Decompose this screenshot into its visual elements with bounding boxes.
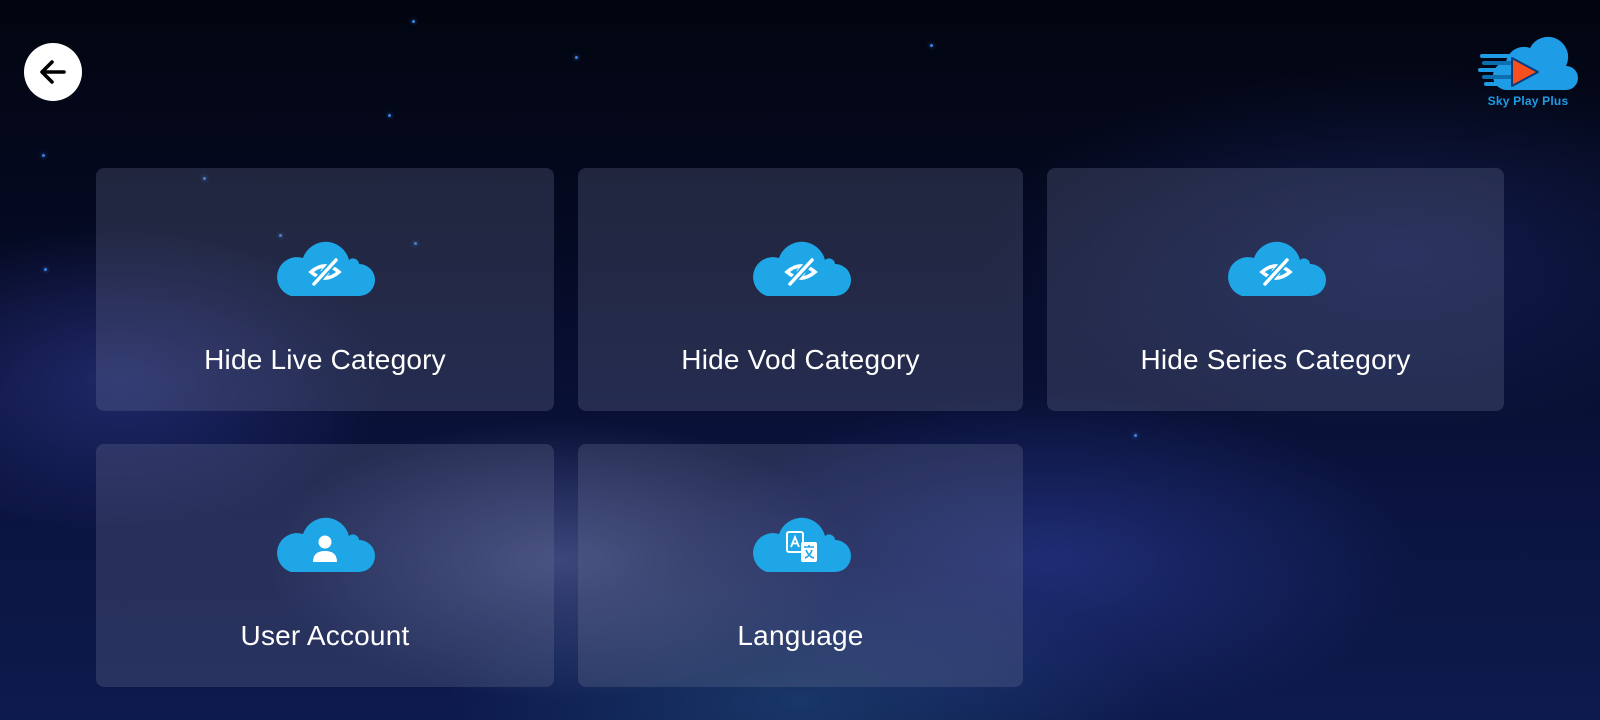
hide-live-category-card[interactable]: Hide Live Category: [96, 168, 554, 411]
star: [1134, 434, 1137, 437]
card-label: Hide Live Category: [204, 344, 446, 375]
star: [388, 114, 391, 117]
card-label: Language: [737, 620, 864, 651]
card-label: Hide Series Category: [1140, 344, 1411, 375]
hide-vod-category-card[interactable]: Hide Vod Category: [578, 168, 1023, 411]
cloud-eye-slash-icon: [1227, 241, 1326, 296]
cloud-eye-slash-icon: [277, 241, 375, 296]
user-account-card[interactable]: User Account: [96, 444, 554, 687]
cloud-user-icon: [277, 517, 375, 572]
card-label: Hide Vod Category: [681, 344, 920, 375]
star: [930, 44, 933, 47]
star: [575, 56, 578, 59]
star: [42, 154, 45, 157]
logo-text: Sky Play Plus: [1487, 94, 1569, 108]
hide-series-category-card[interactable]: Hide Series Category: [1047, 168, 1504, 411]
star: [412, 20, 415, 23]
cloud-eye-slash-icon: [752, 241, 851, 296]
arrow-left-icon: [40, 60, 66, 84]
language-card[interactable]: Language: [578, 444, 1023, 687]
cloud-play-logo: [1478, 36, 1578, 91]
back-button[interactable]: [24, 43, 82, 101]
cloud-translate-icon: [752, 517, 851, 572]
card-label: User Account: [240, 620, 410, 651]
star: [44, 268, 47, 271]
app-logo: Sky Play Plus: [1478, 32, 1588, 112]
